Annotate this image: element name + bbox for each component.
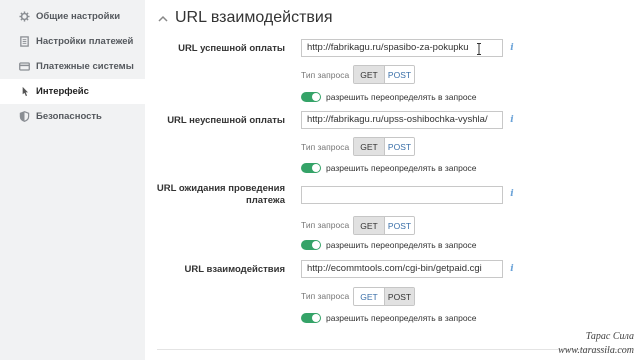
override-toggle-row: разрешить переопределять в запросе: [301, 239, 477, 251]
sidebar: Общие настройки Настройки платежей Плате…: [0, 0, 145, 360]
info-icon[interactable]: i: [507, 115, 517, 125]
success-url-input[interactable]: http://fabrikagu.ru/spasibo-za-pokupku: [301, 39, 503, 57]
fail-url-input[interactable]: http://fabrikagu.ru/upss-oshibochka-vysh…: [301, 111, 503, 129]
request-type-toggle: GET POST: [353, 287, 415, 306]
override-toggle[interactable]: [301, 313, 321, 323]
interaction-url-label: URL взаимодействия: [184, 264, 285, 275]
document-icon: [19, 36, 30, 47]
section-header[interactable]: URL взаимодействия: [157, 6, 333, 30]
sidebar-item-label: Настройки платежей: [36, 36, 134, 47]
section-title: URL взаимодействия: [175, 9, 333, 26]
card-icon: [19, 61, 30, 72]
pending-url-label: URL ожидания проведения платежа: [156, 183, 285, 206]
override-toggle-row: разрешить переопределять в запросе: [301, 312, 477, 324]
fail-url-label: URL неуспешной оплаты: [167, 115, 285, 126]
sidebar-item-label: Безопасность: [36, 111, 102, 122]
override-toggle-label: разрешить переопределять в запросе: [326, 163, 477, 173]
success-url-label: URL успешной оплаты: [178, 43, 285, 54]
override-toggle-row: разрешить переопределять в запросе: [301, 162, 477, 174]
sidebar-item-security[interactable]: Безопасность: [0, 104, 145, 129]
main-content: URL взаимодействия URL успешной оплаты h…: [145, 0, 640, 360]
post-button[interactable]: POST: [384, 66, 414, 83]
override-toggle[interactable]: [301, 163, 321, 173]
sidebar-item-general-settings[interactable]: Общие настройки: [0, 4, 145, 29]
override-toggle[interactable]: [301, 92, 321, 102]
sidebar-item-label: Платежные системы: [36, 61, 134, 72]
request-type-toggle: GET POST: [353, 65, 415, 84]
override-toggle-row: разрешить переопределять в запросе: [301, 91, 477, 103]
post-button[interactable]: POST: [384, 138, 414, 155]
info-icon[interactable]: i: [507, 264, 517, 274]
post-button[interactable]: POST: [384, 288, 414, 305]
sidebar-item-payment-settings[interactable]: Настройки платежей: [0, 29, 145, 54]
sidebar-item-payment-systems[interactable]: Платежные системы: [0, 54, 145, 79]
chevron-up-icon: [157, 12, 169, 24]
sidebar-item-interface[interactable]: Интерфейс: [0, 79, 145, 104]
info-icon[interactable]: i: [507, 43, 517, 53]
sidebar-item-label: Общие настройки: [36, 11, 121, 22]
get-button[interactable]: GET: [354, 288, 384, 305]
request-type-toggle: GET POST: [353, 216, 415, 235]
info-icon[interactable]: i: [507, 189, 517, 199]
get-button[interactable]: GET: [354, 217, 384, 234]
watermark-author: Тарас Сила: [585, 331, 634, 342]
request-type-toggle: GET POST: [353, 137, 415, 156]
override-toggle[interactable]: [301, 240, 321, 250]
interaction-url-input[interactable]: http://ecommtools.com/cgi-bin/getpaid.cg…: [301, 260, 503, 278]
watermark-site: www.tarassila.com: [558, 345, 634, 356]
pointer-icon: [19, 86, 30, 97]
gear-icon: [19, 11, 30, 22]
pending-url-input[interactable]: [301, 186, 503, 204]
shield-icon: [19, 111, 30, 122]
post-button[interactable]: POST: [384, 217, 414, 234]
override-toggle-label: разрешить переопределять в запросе: [326, 313, 477, 323]
request-type-label: Тип запроса: [301, 142, 350, 152]
request-type-label: Тип запроса: [301, 220, 350, 230]
get-button[interactable]: GET: [354, 66, 384, 83]
request-type-label: Тип запроса: [301, 70, 350, 80]
sidebar-item-label: Интерфейс: [36, 86, 89, 97]
text-cursor-icon: [476, 42, 482, 55]
get-button[interactable]: GET: [354, 138, 384, 155]
override-toggle-label: разрешить переопределять в запросе: [326, 92, 477, 102]
request-type-label: Тип запроса: [301, 291, 350, 301]
override-toggle-label: разрешить переопределять в запросе: [326, 240, 477, 250]
